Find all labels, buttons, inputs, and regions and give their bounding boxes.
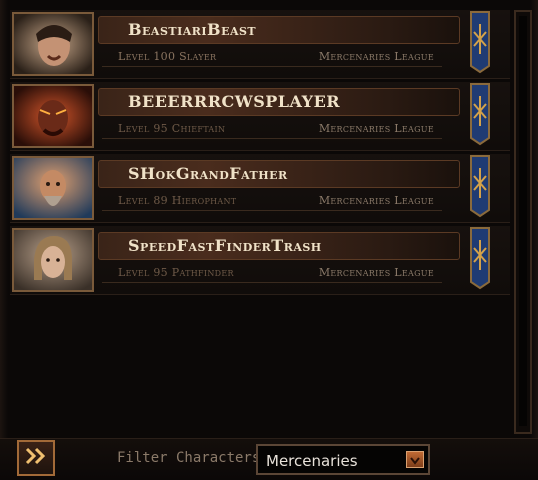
league-banner-icon: [465, 154, 495, 218]
character-row[interactable]: BEEERRRCWSPLAYER Level 95 Chieftain Merc…: [10, 82, 510, 151]
chevron-down-icon: [410, 450, 420, 469]
character-league: Mercenaries League: [318, 266, 434, 279]
character-name: BEEERRRCWSPLAYER: [128, 92, 341, 111]
league-banner-icon: [465, 82, 495, 146]
pathfinder-portrait: [12, 228, 94, 292]
dropdown-button[interactable]: [406, 451, 424, 468]
double-chevron-right-icon: [24, 446, 48, 470]
league-banner-icon: [465, 10, 495, 74]
hierophant-portrait: [12, 156, 94, 220]
character-name: BeastiariBeast: [128, 20, 257, 39]
slayer-portrait: [12, 12, 94, 76]
character-level-class: Level 95 Chieftain: [118, 122, 226, 135]
league-banner-icon: [465, 226, 495, 290]
character-row[interactable]: BeastiariBeast Level 100 Slayer Mercenar…: [10, 10, 510, 79]
character-name: SpeedFastFinderTrash: [128, 236, 322, 255]
expand-button[interactable]: [17, 440, 55, 476]
character-row[interactable]: SpeedFastFinderTrash Level 95 Pathfinder…: [10, 226, 510, 295]
character-level-class: Level 89 Hierophant: [118, 194, 237, 207]
character-name: SHokGrandFather: [128, 164, 288, 183]
character-level-class: Level 95 Pathfinder: [118, 266, 234, 279]
character-league: Mercenaries League: [318, 194, 434, 207]
filter-selected-value: Mercenaries: [266, 452, 358, 470]
scrollbar[interactable]: [514, 10, 532, 434]
filter-characters-label: Filter Characters:: [117, 450, 269, 466]
scrollbar-track[interactable]: [519, 16, 527, 426]
character-league: Mercenaries League: [318, 50, 434, 63]
character-level-class: Level 100 Slayer: [118, 50, 217, 63]
character-row[interactable]: SHokGrandFather Level 89 Hierophant Merc…: [10, 154, 510, 223]
chieftain-portrait: [12, 84, 94, 148]
filter-characters-select[interactable]: Mercenaries: [256, 444, 430, 475]
character-league: Mercenaries League: [318, 122, 434, 135]
